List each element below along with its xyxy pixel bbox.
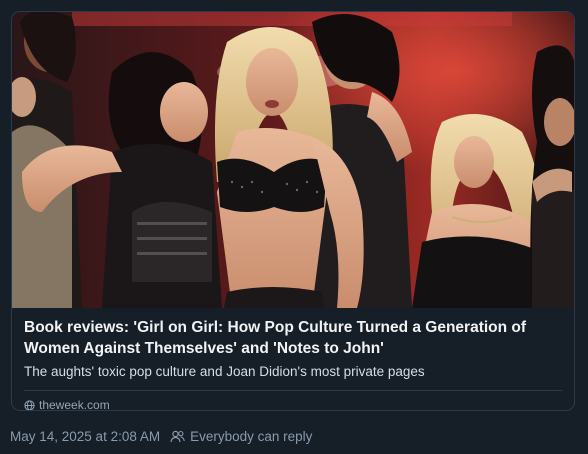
link-preview-title[interactable]: Book reviews: 'Girl on Girl: How Pop Cul… — [24, 317, 562, 359]
people-icon — [170, 430, 185, 443]
reply-setting-label: Everybody can reply — [190, 429, 313, 444]
globe-icon — [24, 399, 35, 410]
link-preview-domain: theweek.com — [24, 398, 562, 411]
link-preview-divider — [24, 390, 562, 391]
link-preview-description: The aughts' toxic pop culture and Joan D… — [24, 364, 425, 379]
post-detail: Book reviews: 'Girl on Girl: How Pop Cul… — [0, 0, 588, 454]
link-preview-image[interactable] — [12, 12, 574, 308]
post-meta: May 14, 2025 at 2:08 AM Everybody can re… — [10, 429, 312, 444]
link-preview-domain-text: theweek.com — [39, 398, 110, 411]
link-preview-text: Book reviews: 'Girl on Girl: How Pop Cul… — [12, 308, 574, 411]
link-preview-card[interactable]: Book reviews: 'Girl on Girl: How Pop Cul… — [11, 11, 575, 411]
reply-setting: Everybody can reply — [170, 429, 312, 444]
post-timestamp[interactable]: May 14, 2025 at 2:08 AM — [10, 429, 160, 444]
